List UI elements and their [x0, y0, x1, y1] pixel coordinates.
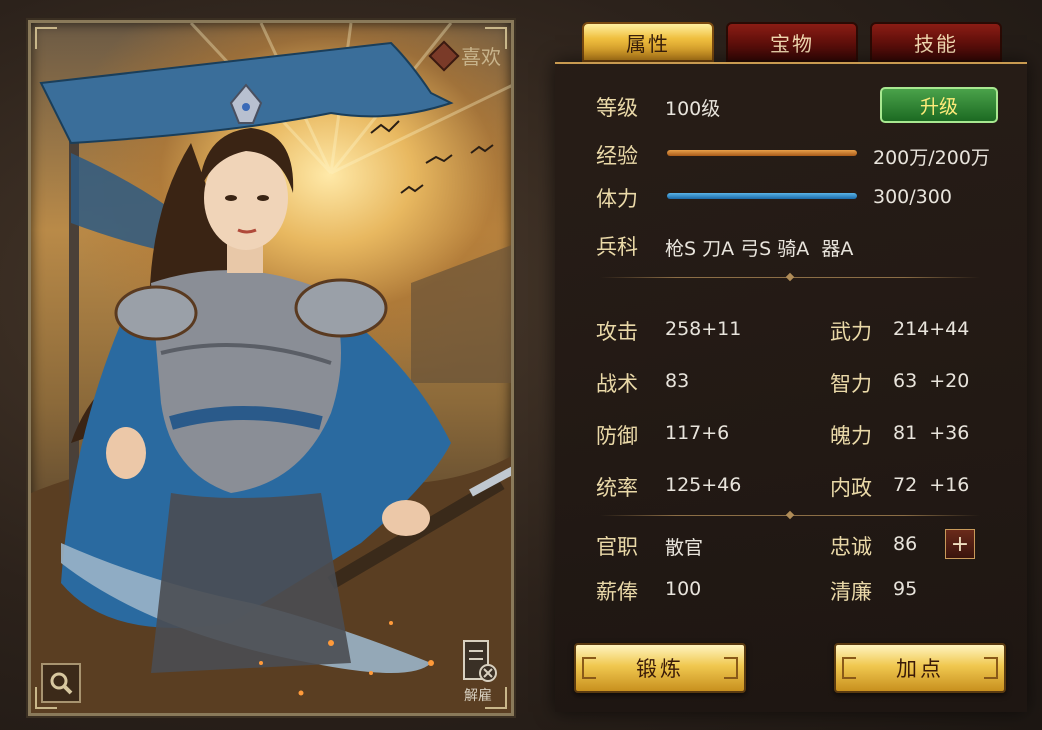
stamina-label: 体力 — [596, 187, 638, 211]
section-divider — [600, 510, 980, 520]
command-value: 125+46 — [665, 474, 742, 496]
tab-attributes[interactable]: 属性 — [582, 22, 714, 62]
salary-label: 薪俸 — [596, 580, 638, 604]
favorite-label: 喜欢 — [461, 45, 501, 69]
dismiss-button[interactable]: 解雇 — [453, 639, 503, 705]
button-ornament — [842, 657, 856, 679]
experience-value: 200万/200万 — [873, 147, 990, 169]
hero-illustration — [31, 23, 511, 713]
defense-value: 117+6 — [665, 422, 730, 444]
hero-portrait-card: 喜欢 解雇 — [28, 20, 514, 716]
intelligence-label: 智力 — [830, 372, 872, 396]
tab-treasures[interactable]: 宝物 — [726, 22, 858, 62]
integrity-label: 清廉 — [830, 580, 872, 604]
office-value: 散官 — [665, 537, 704, 559]
tactics-value: 83 — [665, 370, 690, 392]
frame-corner — [35, 27, 57, 49]
boldness-label: 魄力 — [830, 424, 872, 448]
increase-loyalty-button[interactable]: + — [945, 529, 975, 559]
politics-label: 内政 — [830, 476, 872, 500]
favorite-button[interactable]: 喜欢 — [428, 39, 501, 72]
defense-label: 防御 — [596, 424, 638, 448]
train-label: 锻炼 — [636, 657, 684, 681]
level-value: 100级 — [665, 98, 721, 120]
experience-bar-fill — [667, 150, 857, 156]
section-divider — [600, 272, 980, 282]
level-up-button[interactable]: 升级 — [880, 87, 998, 123]
tactics-label: 战术 — [596, 372, 638, 396]
command-label: 统率 — [596, 476, 638, 500]
detail-tabs: 属性 宝物 技能 — [582, 22, 1002, 62]
troop-type-value: 枪S 刀A 弓S 骑A 器A — [665, 238, 854, 260]
add-points-button[interactable]: 加点 — [834, 643, 1006, 693]
attack-value: 258+11 — [665, 318, 742, 340]
add-points-label: 加点 — [896, 657, 944, 681]
stamina-value: 300/300 — [873, 186, 952, 208]
experience-bar-track — [667, 150, 857, 156]
stamina-bar-fill — [667, 193, 857, 199]
favorite-icon — [428, 39, 460, 72]
might-value: 214+44 — [893, 318, 970, 340]
intelligence-value: 63 +20 — [893, 370, 970, 392]
magnifier-icon — [50, 672, 73, 695]
salary-value: 100 — [665, 578, 702, 600]
tab-skills[interactable]: 技能 — [870, 22, 1002, 62]
zoom-button[interactable] — [41, 663, 81, 703]
button-ornament — [582, 657, 596, 679]
stamina-bar-track — [667, 193, 857, 199]
experience-label: 经验 — [596, 144, 638, 168]
loyalty-value: 86 — [893, 533, 918, 555]
loyalty-label: 忠诚 — [830, 535, 872, 559]
button-ornament — [724, 657, 738, 679]
train-button[interactable]: 锻炼 — [574, 643, 746, 693]
politics-value: 72 +16 — [893, 474, 970, 496]
troop-type-label: 兵科 — [596, 235, 638, 259]
boldness-value: 81 +36 — [893, 422, 970, 444]
might-label: 武力 — [830, 320, 872, 344]
attack-label: 攻击 — [596, 320, 638, 344]
dismiss-scroll-icon — [463, 640, 497, 682]
office-label: 官职 — [596, 535, 638, 559]
dismiss-label: 解雇 — [464, 688, 492, 704]
button-ornament — [984, 657, 998, 679]
integrity-value: 95 — [893, 578, 918, 600]
level-label: 等级 — [596, 96, 638, 120]
